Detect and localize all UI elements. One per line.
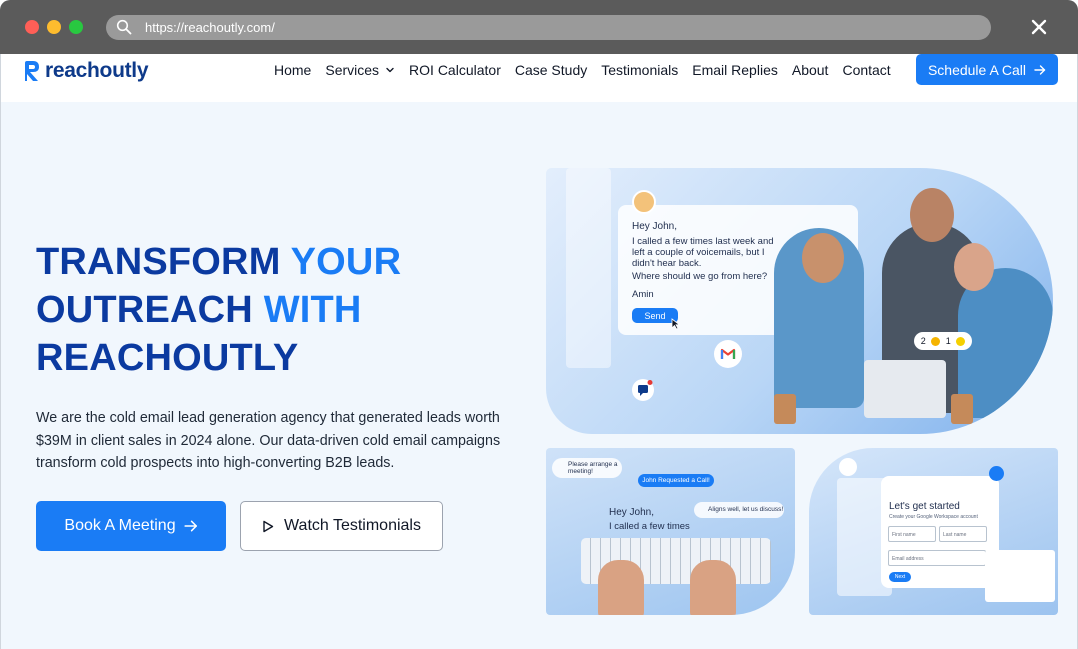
email-line2: left a couple of voicemails, but I — [632, 247, 765, 258]
signup-title: Let's get started — [889, 501, 960, 512]
window-maximize-dot[interactable] — [69, 20, 83, 34]
headline-line1-accent: YOUR — [290, 241, 402, 283]
dropdown-graphic — [985, 550, 1055, 602]
sender-avatar — [632, 190, 656, 214]
meeting-bubble-text: Please arrange a meeting! — [568, 461, 618, 475]
web-page: reachoutly Home Services ROI Calculator … — [0, 54, 1078, 649]
hero-image-workspace: Let's get started Create your Google Wor… — [809, 448, 1058, 615]
hero-headline: TRANSFORM YOUR OUTREACH WITH REACHOUTLY — [36, 238, 401, 382]
reaction-count-1: 2 — [920, 336, 926, 346]
headline-line1-dark: TRANSFORM — [36, 241, 291, 283]
top-navigation: reachoutly Home Services ROI Calculator … — [1, 54, 1077, 102]
close-icon[interactable] — [1030, 18, 1048, 36]
headline-line2-dark: OUTREACH — [36, 289, 264, 331]
watch-testimonials-button[interactable]: Watch Testimonials — [240, 501, 443, 551]
play-icon — [263, 520, 274, 532]
gmail-icon — [714, 340, 742, 368]
hero-subtext: We are the cold email lead generation ag… — [36, 410, 501, 471]
browser-chrome: https://reachoutly.com/ — [0, 0, 1078, 54]
coffee-cup-graphic — [951, 394, 973, 424]
next-button-graphic: Next — [889, 572, 911, 582]
book-meeting-label: Book A Meeting — [64, 517, 176, 534]
sparkle-icon — [989, 466, 1004, 481]
gmail-icon — [839, 458, 857, 476]
window-close-dot[interactable] — [25, 20, 39, 34]
headline-line3: REACHOUTLY — [36, 337, 299, 379]
hero-image-keyboard: Please arrange a meeting! John Requested… — [546, 448, 795, 615]
search-icon — [116, 19, 132, 35]
last-name-field: Last name — [939, 526, 987, 542]
left-email-greeting: Hey John, — [609, 507, 655, 518]
nav-email-replies[interactable]: Email Replies — [692, 62, 778, 78]
star-icon — [956, 336, 966, 346]
laptop-graphic — [864, 360, 946, 418]
coffee-cup-graphic — [774, 394, 796, 424]
nav-testimonials[interactable]: Testimonials — [601, 62, 678, 78]
logo-wordmark: reachoutly — [45, 59, 149, 82]
email-signature: Amin — [632, 289, 654, 300]
nav-services[interactable]: Services — [325, 62, 395, 78]
emoji-icon — [931, 336, 941, 346]
schedule-call-label: Schedule A Call — [927, 61, 1027, 78]
email-line3: didn't hear back. — [632, 258, 702, 269]
email-greeting: Hey John, — [632, 221, 678, 232]
first-name-field: First name — [888, 526, 936, 542]
chevron-down-icon — [386, 67, 394, 73]
logo[interactable]: reachoutly — [22, 59, 149, 83]
nav-contact[interactable]: Contact — [842, 62, 890, 78]
cursor-icon — [671, 318, 681, 330]
call-request-bubble: John Requested a Call! — [638, 474, 714, 487]
window-minimize-dot[interactable] — [47, 20, 61, 34]
schedule-call-button[interactable]: Schedule A Call — [916, 54, 1058, 85]
person-center-face — [910, 188, 954, 242]
reaction-chip: 2 1 — [914, 332, 972, 350]
email-line4: Where should we go from here? — [632, 271, 768, 282]
watch-testimonials-label: Watch Testimonials — [284, 517, 421, 534]
chat-icon — [632, 379, 654, 401]
arrow-right-icon — [1034, 64, 1046, 75]
hero-image-team: Hey John, I called a few times last week… — [546, 168, 1053, 434]
book-meeting-button[interactable]: Book A Meeting — [36, 501, 226, 551]
arrow-right-icon — [184, 520, 197, 532]
person-left-face — [802, 233, 844, 283]
nav-about[interactable]: About — [792, 62, 829, 78]
app-sidebar-graphic — [566, 168, 611, 368]
person-right-face — [954, 243, 994, 291]
hand-left-graphic — [598, 560, 644, 615]
address-bar[interactable]: https://reachoutly.com/ — [106, 15, 991, 40]
left-email-line: I called a few times — [609, 521, 690, 532]
headline-line2-accent: WITH — [263, 289, 362, 331]
aligns-bubble-text: Aligns well, let us discuss! — [708, 506, 784, 513]
signup-subtitle: Create your Google Workspace account — [889, 514, 978, 520]
nav-services-label: Services — [325, 62, 380, 78]
nav-case-study[interactable]: Case Study — [515, 62, 587, 78]
logo-mark-icon — [25, 61, 39, 81]
main-menu: Home Services ROI Calculator Case Study … — [274, 62, 905, 78]
reaction-count-2: 1 — [945, 336, 951, 346]
email-field: Email address — [888, 550, 986, 566]
nav-roi-calculator[interactable]: ROI Calculator — [409, 62, 501, 78]
hand-right-graphic — [690, 560, 736, 615]
address-url: https://reachoutly.com/ — [145, 20, 275, 35]
nav-home[interactable]: Home — [274, 62, 311, 78]
email-line1: I called a few times last week and — [632, 236, 774, 247]
